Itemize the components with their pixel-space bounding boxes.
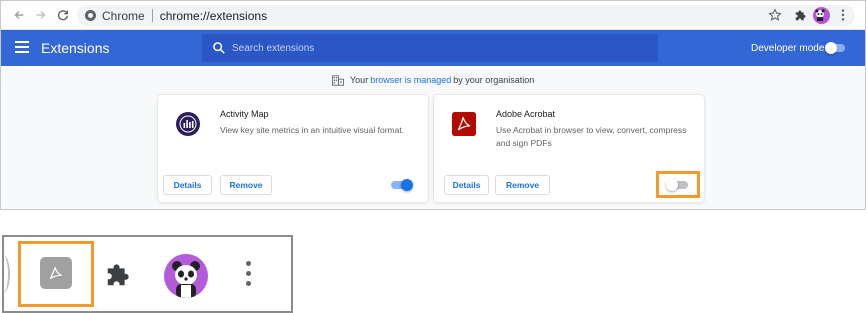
extensions-header: Extensions Developer mode xyxy=(1,30,865,66)
forward-button[interactable] xyxy=(32,6,50,24)
arrow-right-icon xyxy=(36,11,46,19)
zoomed-toolbar-inset xyxy=(2,235,293,313)
url-text: chrome://extensions xyxy=(159,8,268,23)
menu-icon xyxy=(841,9,845,21)
managed-suffix: by your organisation xyxy=(453,75,535,85)
acrobat-icon[interactable] xyxy=(40,257,72,289)
puzzle-icon[interactable] xyxy=(104,259,134,289)
search-input[interactable] xyxy=(232,38,642,58)
remove-button[interactable]: Remove xyxy=(220,175,272,195)
profile-button[interactable] xyxy=(812,6,830,24)
arrow-left-icon xyxy=(14,11,24,19)
hamburger-menu-icon[interactable] xyxy=(15,41,29,55)
developer-mode-toggle[interactable] xyxy=(825,42,847,54)
menu-icon[interactable] xyxy=(244,261,252,291)
avatar xyxy=(812,6,830,24)
extensions-button[interactable] xyxy=(792,6,810,24)
extension-name: Adobe Acrobat xyxy=(496,109,556,119)
site-chip: Chrome chrome://extensions xyxy=(85,8,267,23)
search-icon xyxy=(213,42,225,54)
extension-card-activity-map: Activity Map View key site metrics in an… xyxy=(158,95,428,202)
browser-toolbar: Chrome chrome://extensions xyxy=(1,1,865,30)
back-button[interactable] xyxy=(10,6,28,24)
avatar[interactable] xyxy=(164,254,208,298)
bookmark-star-button[interactable] xyxy=(766,6,784,24)
puzzle-icon xyxy=(795,10,806,21)
site-chip-label: Chrome xyxy=(102,8,145,23)
chrome-icon xyxy=(85,10,96,21)
extension-enable-toggle[interactable] xyxy=(390,178,414,192)
address-bar[interactable]: Chrome chrome://extensions xyxy=(77,5,855,26)
panda-icon xyxy=(172,261,200,298)
extension-enable-toggle[interactable] xyxy=(666,178,690,192)
chrome-menu-button[interactable] xyxy=(834,6,852,24)
managed-prefix: Your xyxy=(350,75,369,85)
acrobat-icon xyxy=(451,111,477,137)
managed-notice: Your browser is managed by your organisa… xyxy=(332,73,534,87)
page-title: Extensions xyxy=(41,40,110,56)
details-button[interactable]: Details xyxy=(163,175,212,195)
browser-window: Chrome chrome://extensions Extensions Se… xyxy=(0,0,866,210)
building-icon xyxy=(332,74,344,86)
reload-icon xyxy=(57,10,69,21)
remove-button[interactable]: Remove xyxy=(495,175,550,195)
chip-divider xyxy=(151,9,153,22)
details-button[interactable]: Details xyxy=(444,175,489,195)
extension-description: Use Acrobat in browser to view, convert,… xyxy=(496,125,687,148)
developer-mode-label: Developer mode xyxy=(751,43,825,54)
extension-description: View key site metrics in an intuitive vi… xyxy=(220,125,405,135)
panda-icon xyxy=(814,8,825,21)
reload-button[interactable] xyxy=(54,6,72,24)
extension-name: Activity Map xyxy=(220,109,269,119)
extensions-body: Your browser is managed by your organisa… xyxy=(1,66,865,209)
managed-link[interactable]: browser is managed xyxy=(370,75,451,85)
extension-card-adobe-acrobat: Adobe Acrobat Use Acrobat in browser to … xyxy=(434,95,704,202)
toolbar-edge xyxy=(0,255,10,293)
star-icon xyxy=(768,8,782,21)
activity-map-icon xyxy=(175,111,201,137)
search-box[interactable] xyxy=(202,34,658,62)
